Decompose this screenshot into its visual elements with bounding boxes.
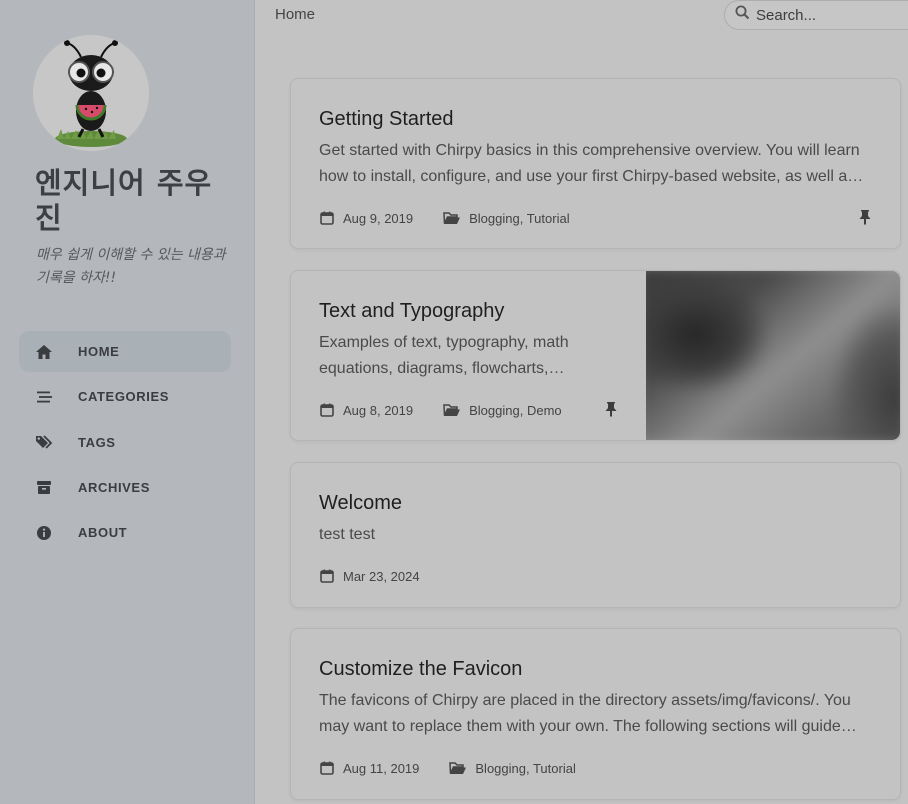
post-card[interactable]: Customize the Favicon The favicons of Ch… [290,628,901,800]
pin-icon [604,401,618,417]
info-circle-icon [35,524,53,542]
post-date: Aug 8, 2019 [319,402,413,418]
sidebar-nav: HOME CATEGORIES TAGS ARCHIVES ABOUT [19,331,231,557]
sidebar-item-label: ARCHIVES [78,479,150,495]
post-meta: Aug 8, 2019 Blogging, Demo [319,401,562,419]
excerpt-line: The favicons of Chirpy are placed in the… [319,692,851,709]
post-date-text: Aug 8, 2019 [343,402,414,418]
post-meta: Mar 23, 2024 [319,567,420,585]
tags-icon [35,433,53,451]
calendar-icon [319,402,335,418]
site-title[interactable]: 엔지니어 주우진 [35,166,235,236]
breadcrumb[interactable]: Home [275,6,315,23]
post-excerpt: Get started with Chirpy basics in this c… [319,138,874,190]
post-card[interactable]: Getting Started Get started with Chirpy … [290,78,901,249]
pin-icon [858,209,872,225]
folder-open-icon [449,760,467,776]
sidebar-item-archives[interactable]: ARCHIVES [19,467,231,508]
calendar-icon [319,760,335,776]
avatar[interactable] [33,35,149,151]
post-excerpt: The favicons of Chirpy are placed in the… [319,688,874,740]
post-excerpt: Examples of text, typography, math equat… [319,330,619,382]
excerpt-line: may want to replace them with your own. … [319,718,857,735]
post-meta: Aug 11, 2019 Blogging, Tutorial [319,759,576,777]
post-categories-text[interactable]: Blogging, Tutorial [475,761,575,776]
stream-icon [35,388,53,406]
post-title[interactable]: Text and Typography [319,300,504,323]
post-date: Mar 23, 2024 [319,568,420,584]
calendar-icon [319,210,335,226]
sidebar-item-about[interactable]: ABOUT [19,512,231,553]
excerpt-line: how to install, configure, and use your … [319,168,864,185]
post-title[interactable]: Welcome [319,492,402,515]
search-input[interactable] [756,6,896,24]
post-date-text: Mar 23, 2024 [343,568,420,584]
post-date: Aug 9, 2019 [319,210,413,226]
post-categories: Blogging, Demo [443,402,562,418]
excerpt-line: Examples of text, typography, math [319,334,569,351]
post-date: Aug 11, 2019 [319,760,419,776]
sidebar-item-label: HOME [78,344,120,359]
sidebar-item-label: TAGS [78,434,116,450]
sidebar-item-categories[interactable]: CATEGORIES [19,376,231,417]
folder-open-icon [443,210,461,226]
home-icon [35,343,53,361]
ant-mascot-icon [33,35,149,151]
excerpt-line: test test [319,526,376,543]
excerpt-line: Get started with Chirpy basics in this c… [319,142,860,159]
post-categories-text[interactable]: Blogging, Demo [469,403,562,418]
site-subtitle: 매우 쉽게 이해할 수 있는 내용과 기록을 하자!! [36,247,226,286]
post-meta: Aug 9, 2019 Blogging, Tutorial [319,209,570,227]
post-date-text: Aug 11, 2019 [343,760,420,776]
archive-icon [35,478,53,496]
post-preview-image[interactable] [646,271,900,440]
preview-image-fill [646,271,900,440]
sidebar-item-tags[interactable]: TAGS [19,422,231,463]
post-card[interactable]: Welcome test test Mar 23, 2024 [290,462,901,608]
search-box[interactable] [724,0,908,30]
post-card[interactable]: Text and Typography Examples of text, ty… [290,270,901,441]
post-excerpt: test test [319,522,874,548]
post-categories: Blogging, Tutorial [443,210,570,226]
post-categories: Blogging, Tutorial [449,760,576,776]
search-icon [735,5,750,25]
post-title[interactable]: Getting Started [319,108,454,131]
post-categories-text[interactable]: Blogging, Tutorial [469,211,569,226]
calendar-icon [319,568,335,584]
sidebar: 엔지니어 주우진 매우 쉽게 이해할 수 있는 내용과 기록을 하자!! HOM… [0,0,255,804]
post-title[interactable]: Customize the Favicon [319,658,522,681]
sidebar-item-label: CATEGORIES [78,389,169,405]
excerpt-line: equations, diagrams, flowcharts,… [319,360,565,377]
post-date-text: Aug 9, 2019 [343,210,414,226]
folder-open-icon [443,402,461,418]
sidebar-item-label: ABOUT [78,525,128,541]
sidebar-item-home[interactable]: HOME [19,331,231,372]
topbar: Home [256,0,908,30]
